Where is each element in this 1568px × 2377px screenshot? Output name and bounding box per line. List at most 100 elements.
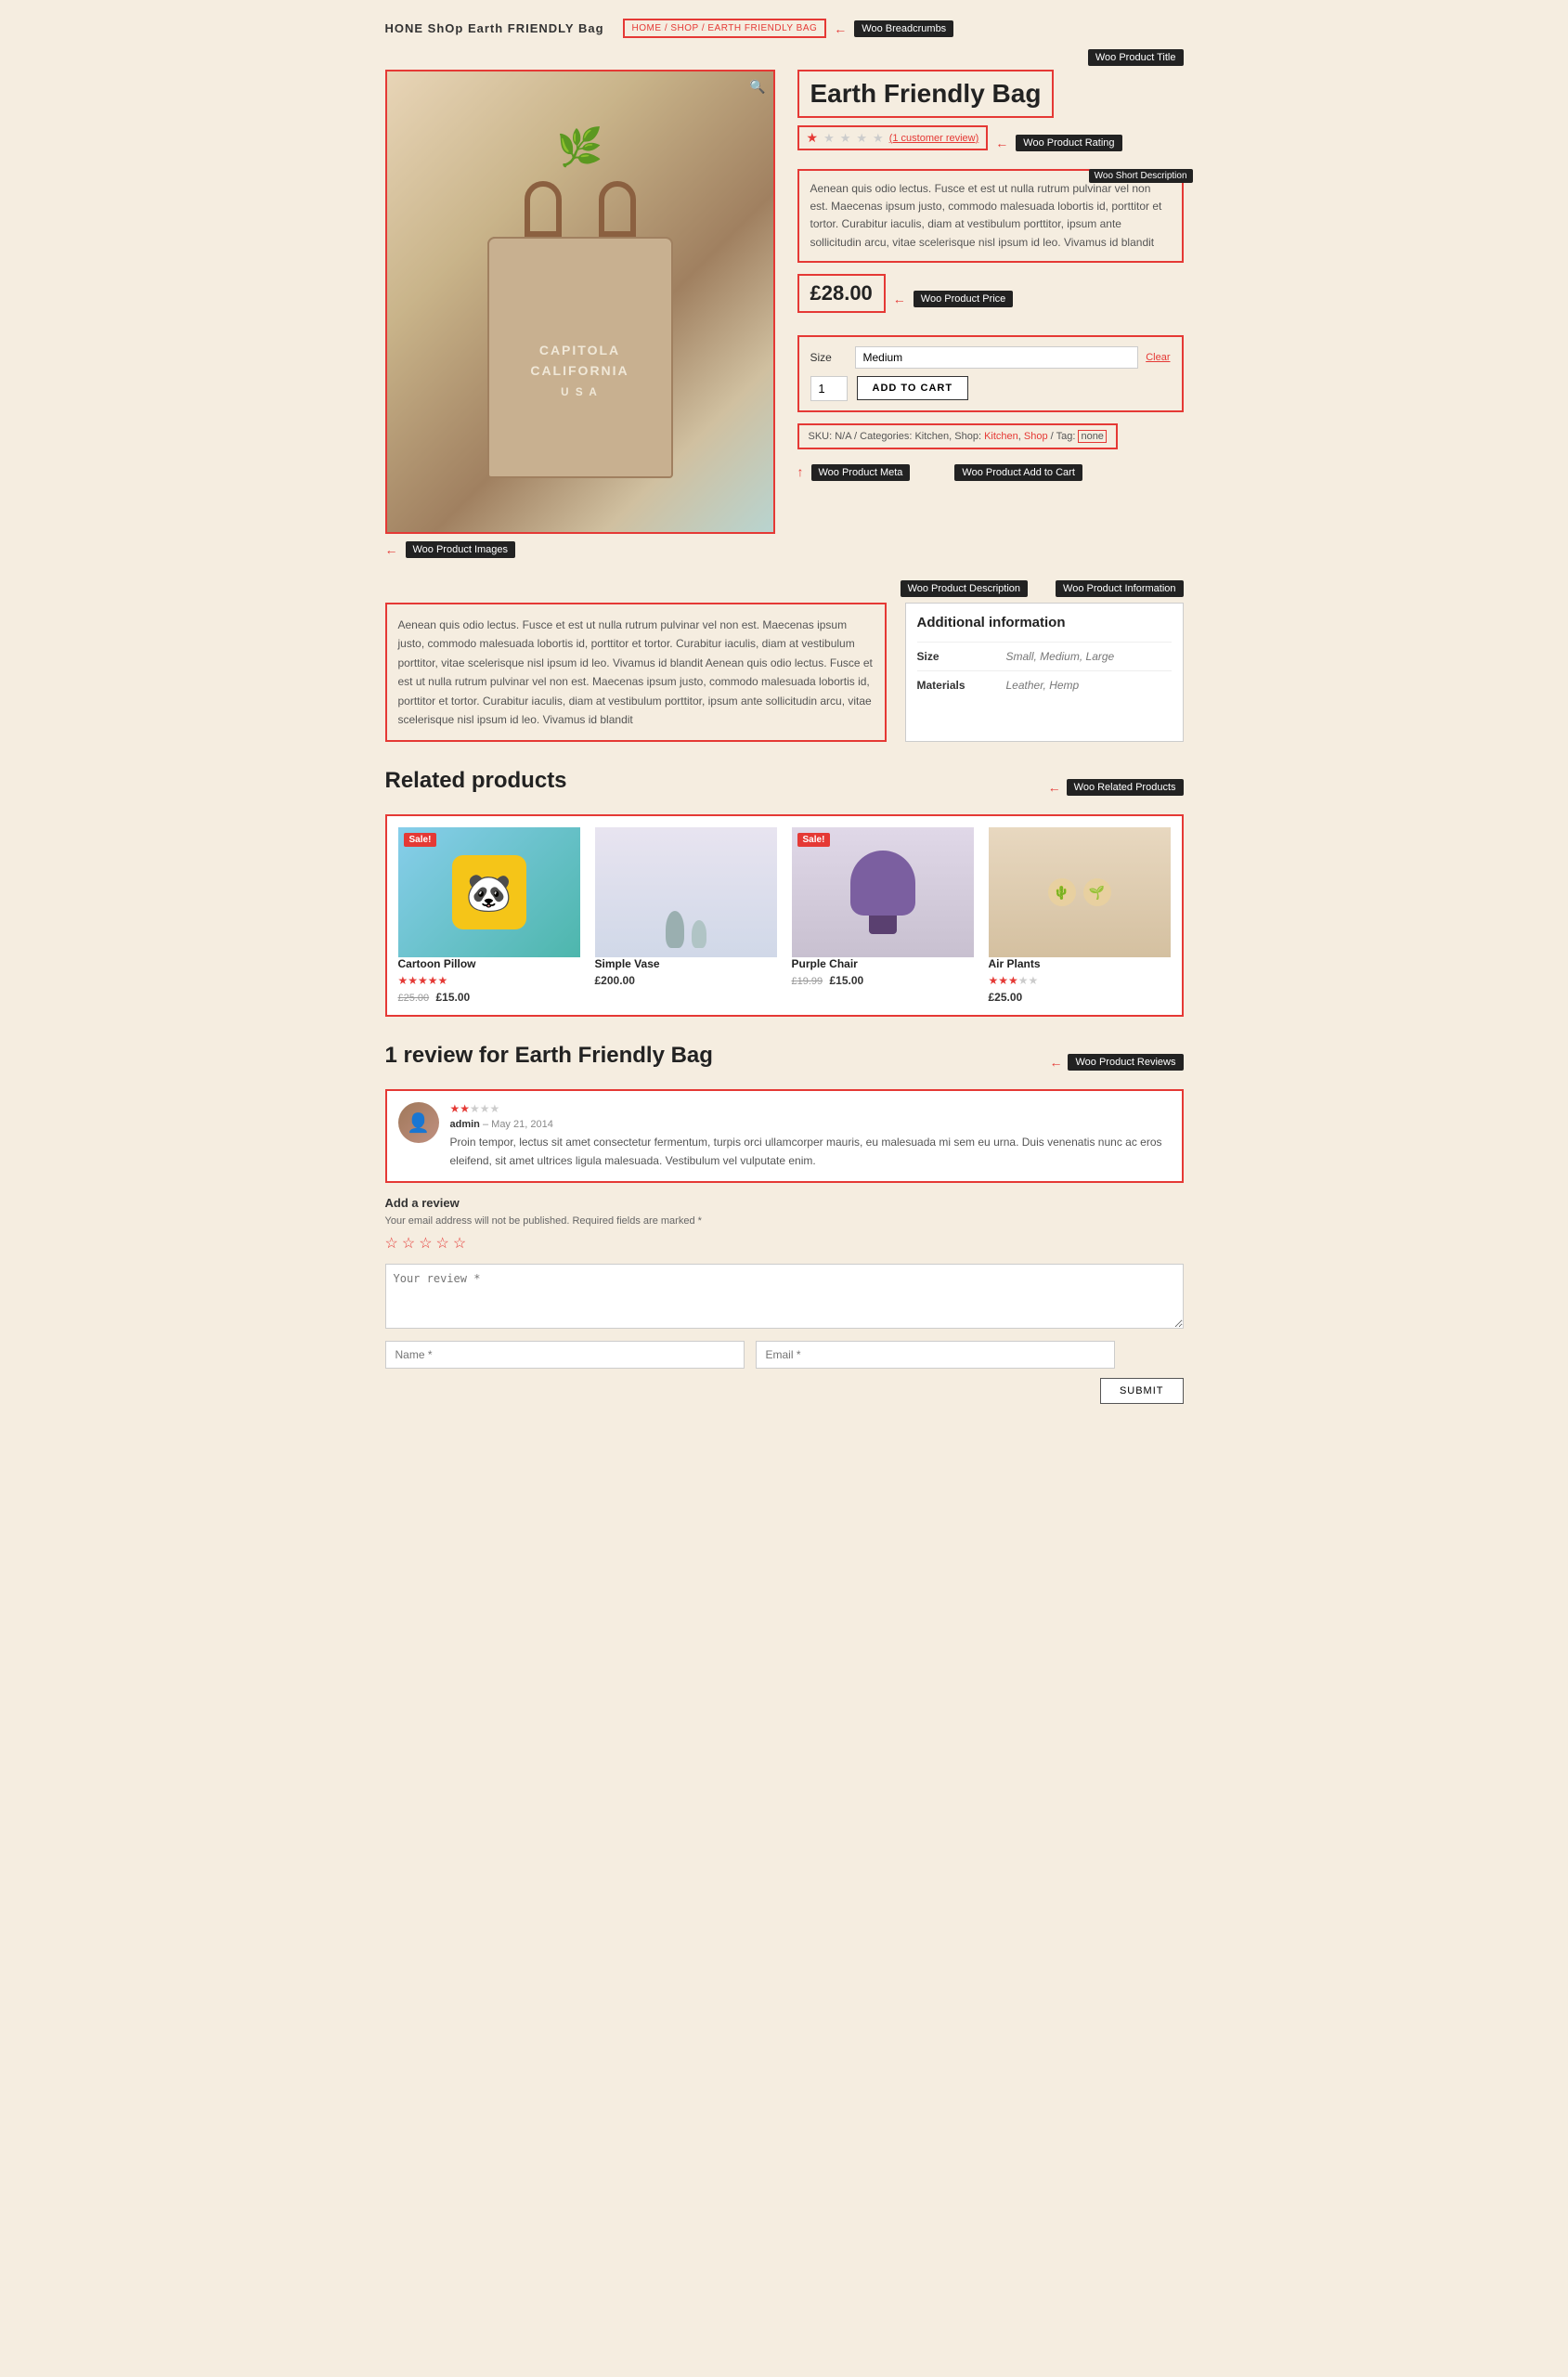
review-stars: ★★★★★ [450, 1102, 1171, 1115]
add-review-section: Add a review Your email address will not… [385, 1196, 1184, 1404]
bag-text: CAPITOLACALIFORNIAU S A [530, 340, 628, 402]
add-to-cart-annotation: Woo Product Add to Cart [954, 464, 1082, 481]
size-label: Size [810, 351, 848, 364]
reviews-title: 1 review for Earth Friendly Bag [385, 1043, 713, 1069]
product-images-annotation: Woo Product Images [406, 541, 516, 558]
product-price: £28.00 [797, 274, 886, 313]
product-description: Aenean quis odio lectus. Fusce et est ut… [385, 603, 887, 742]
reviewer-avatar: 👤 [398, 1102, 439, 1143]
rating-star-2[interactable]: ☆ [402, 1234, 415, 1253]
short-description: Aenean quis odio lectus. Fusce et est ut… [797, 169, 1184, 263]
product-title-annotation: Woo Product Title [1088, 49, 1184, 66]
plants-price: £25.00 [989, 991, 1171, 1004]
short-description-annotation: Woo Short Description [1089, 169, 1193, 183]
add-review-title: Add a review [385, 1196, 1184, 1210]
price-annotation: Woo Product Price [914, 291, 1014, 307]
plants-new-price: £25.00 [989, 991, 1023, 1004]
chair-image: Sale! [792, 827, 974, 957]
review-count-link[interactable]: (1 customer review) [889, 133, 979, 144]
product-card-vase[interactable]: Simple Vase £200.00 [595, 827, 777, 1004]
reviewer-name-input[interactable] [385, 1341, 745, 1369]
reviews-arrow: ← [1049, 1055, 1062, 1070]
vase-1 [666, 911, 684, 948]
sku-text: SKU: N/A [809, 431, 851, 442]
info-row-size: Size Small, Medium, Large [917, 642, 1172, 670]
product-card-chair[interactable]: Sale! Purple Chair £19.99 £15.00 [792, 827, 974, 1004]
bag-handle-right [599, 181, 636, 237]
plant-1: 🌵 [1048, 878, 1076, 906]
related-products-grid: Sale! 🐼 Cartoon Pillow ★★★★★ £25.00 £15.… [385, 814, 1184, 1017]
chair-new-price: £15.00 [830, 974, 864, 987]
product-image: 🔍 🌿 CAPITOLACALIFORNIAU S A [385, 70, 775, 534]
pillow-stars: ★★★★★ [398, 974, 580, 987]
product-title: Earth Friendly Bag [797, 70, 1055, 118]
rating-star-3[interactable]: ☆ [419, 1234, 432, 1253]
tag-label: Tag: [1056, 431, 1076, 442]
chair-base [869, 916, 897, 934]
meta-arrow: ↑ [797, 464, 804, 481]
vase-2 [692, 920, 706, 948]
vase-image [595, 827, 777, 957]
chair-sale-badge: Sale! [797, 833, 831, 847]
related-products-title: Related products [385, 768, 567, 794]
product-images-arrow: ← [385, 542, 398, 557]
product-desc-annotation: Woo Product Description [901, 580, 1028, 597]
product-meta: SKU: N/A / Categories: Kitchen, Shop: Ki… [797, 423, 1118, 449]
info-size-key: Size [917, 650, 991, 663]
star-5[interactable]: ★ [873, 131, 884, 146]
rating-arrow: ← [995, 136, 1008, 150]
related-annotation: Woo Related Products [1067, 779, 1184, 796]
info-materials-key: Materials [917, 679, 991, 692]
categories-text: Categories: Kitchen, Shop [860, 431, 978, 442]
reviewer-name: admin [450, 1119, 480, 1130]
meta-annotation: Woo Product Meta [811, 464, 911, 481]
rating-star-1[interactable]: ☆ [385, 1234, 398, 1253]
info-materials-val: Leather, Hemp [1006, 679, 1080, 692]
bag-handle-left [525, 181, 562, 237]
product-info-annotation: Woo Product Information [1056, 580, 1183, 597]
breadcrumbs-annotation: Woo Breadcrumbs [854, 20, 953, 37]
submit-review-button[interactable]: SUBMIT [1100, 1378, 1184, 1404]
breadcrumbs[interactable]: HOME / SHOP / EARTH FRIENDLY BAG [623, 19, 827, 38]
review-separator: – [483, 1119, 491, 1130]
product-card-pillow[interactable]: Sale! 🐼 Cartoon Pillow ★★★★★ £25.00 £15.… [398, 827, 580, 1004]
plants-name: Air Plants [989, 957, 1171, 970]
tag-value[interactable]: none [1078, 430, 1106, 443]
rating-star-4[interactable]: ☆ [436, 1234, 449, 1253]
vase-new-price: £200.00 [595, 974, 635, 987]
info-row-materials: Materials Leather, Hemp [917, 670, 1172, 699]
quantity-input[interactable] [810, 376, 848, 401]
price-arrow: ← [893, 292, 906, 306]
product-images-annotation-row: ← Woo Product Images [385, 541, 775, 558]
pillow-name: Cartoon Pillow [398, 957, 580, 970]
category-shop[interactable]: Shop [1024, 431, 1048, 442]
review-textarea[interactable] [385, 1264, 1184, 1329]
review-item: 👤 ★★★★★ admin – May 21, 2014 Proin tempo… [385, 1089, 1184, 1182]
pillow-old-price: £25.00 [398, 993, 430, 1004]
category-kitchen[interactable]: Kitchen [984, 431, 1018, 442]
breadcrumbs-arrow: ← [834, 21, 847, 36]
product-rating: ★ ★ ★ ★ ★ (1 customer review) [797, 125, 989, 150]
plant-2: 🌱 [1083, 878, 1111, 906]
chair-old-price: £19.99 [792, 976, 823, 987]
additional-info-title: Additional information [917, 615, 1172, 630]
search-icon[interactable]: 🔍 [749, 79, 765, 95]
chair-price: £19.99 £15.00 [792, 974, 974, 987]
pillow-price: £25.00 £15.00 [398, 991, 580, 1004]
rating-star-5[interactable]: ☆ [453, 1234, 466, 1253]
bag-body: CAPITOLACALIFORNIAU S A [487, 237, 673, 478]
reviewer-email-input[interactable] [756, 1341, 1115, 1369]
star-2[interactable]: ★ [823, 131, 835, 146]
add-to-cart-button[interactable]: ADD TO CART [857, 376, 969, 400]
review-date: May 21, 2014 [491, 1119, 553, 1130]
chair-seat [850, 851, 915, 916]
size-select[interactable]: Medium Small Large [855, 346, 1139, 369]
clear-link[interactable]: Clear [1146, 352, 1170, 363]
rating-select[interactable]: ☆ ☆ ☆ ☆ ☆ [385, 1234, 1184, 1253]
product-card-plants[interactable]: 🌵 🌱 Air Plants ★★★★★ £25.00 [989, 827, 1171, 1004]
star-3[interactable]: ★ [840, 131, 851, 146]
star-4[interactable]: ★ [856, 131, 867, 146]
review-meta: admin – May 21, 2014 [450, 1119, 1171, 1130]
star-1[interactable]: ★ [807, 130, 819, 146]
vase-name: Simple Vase [595, 957, 777, 970]
